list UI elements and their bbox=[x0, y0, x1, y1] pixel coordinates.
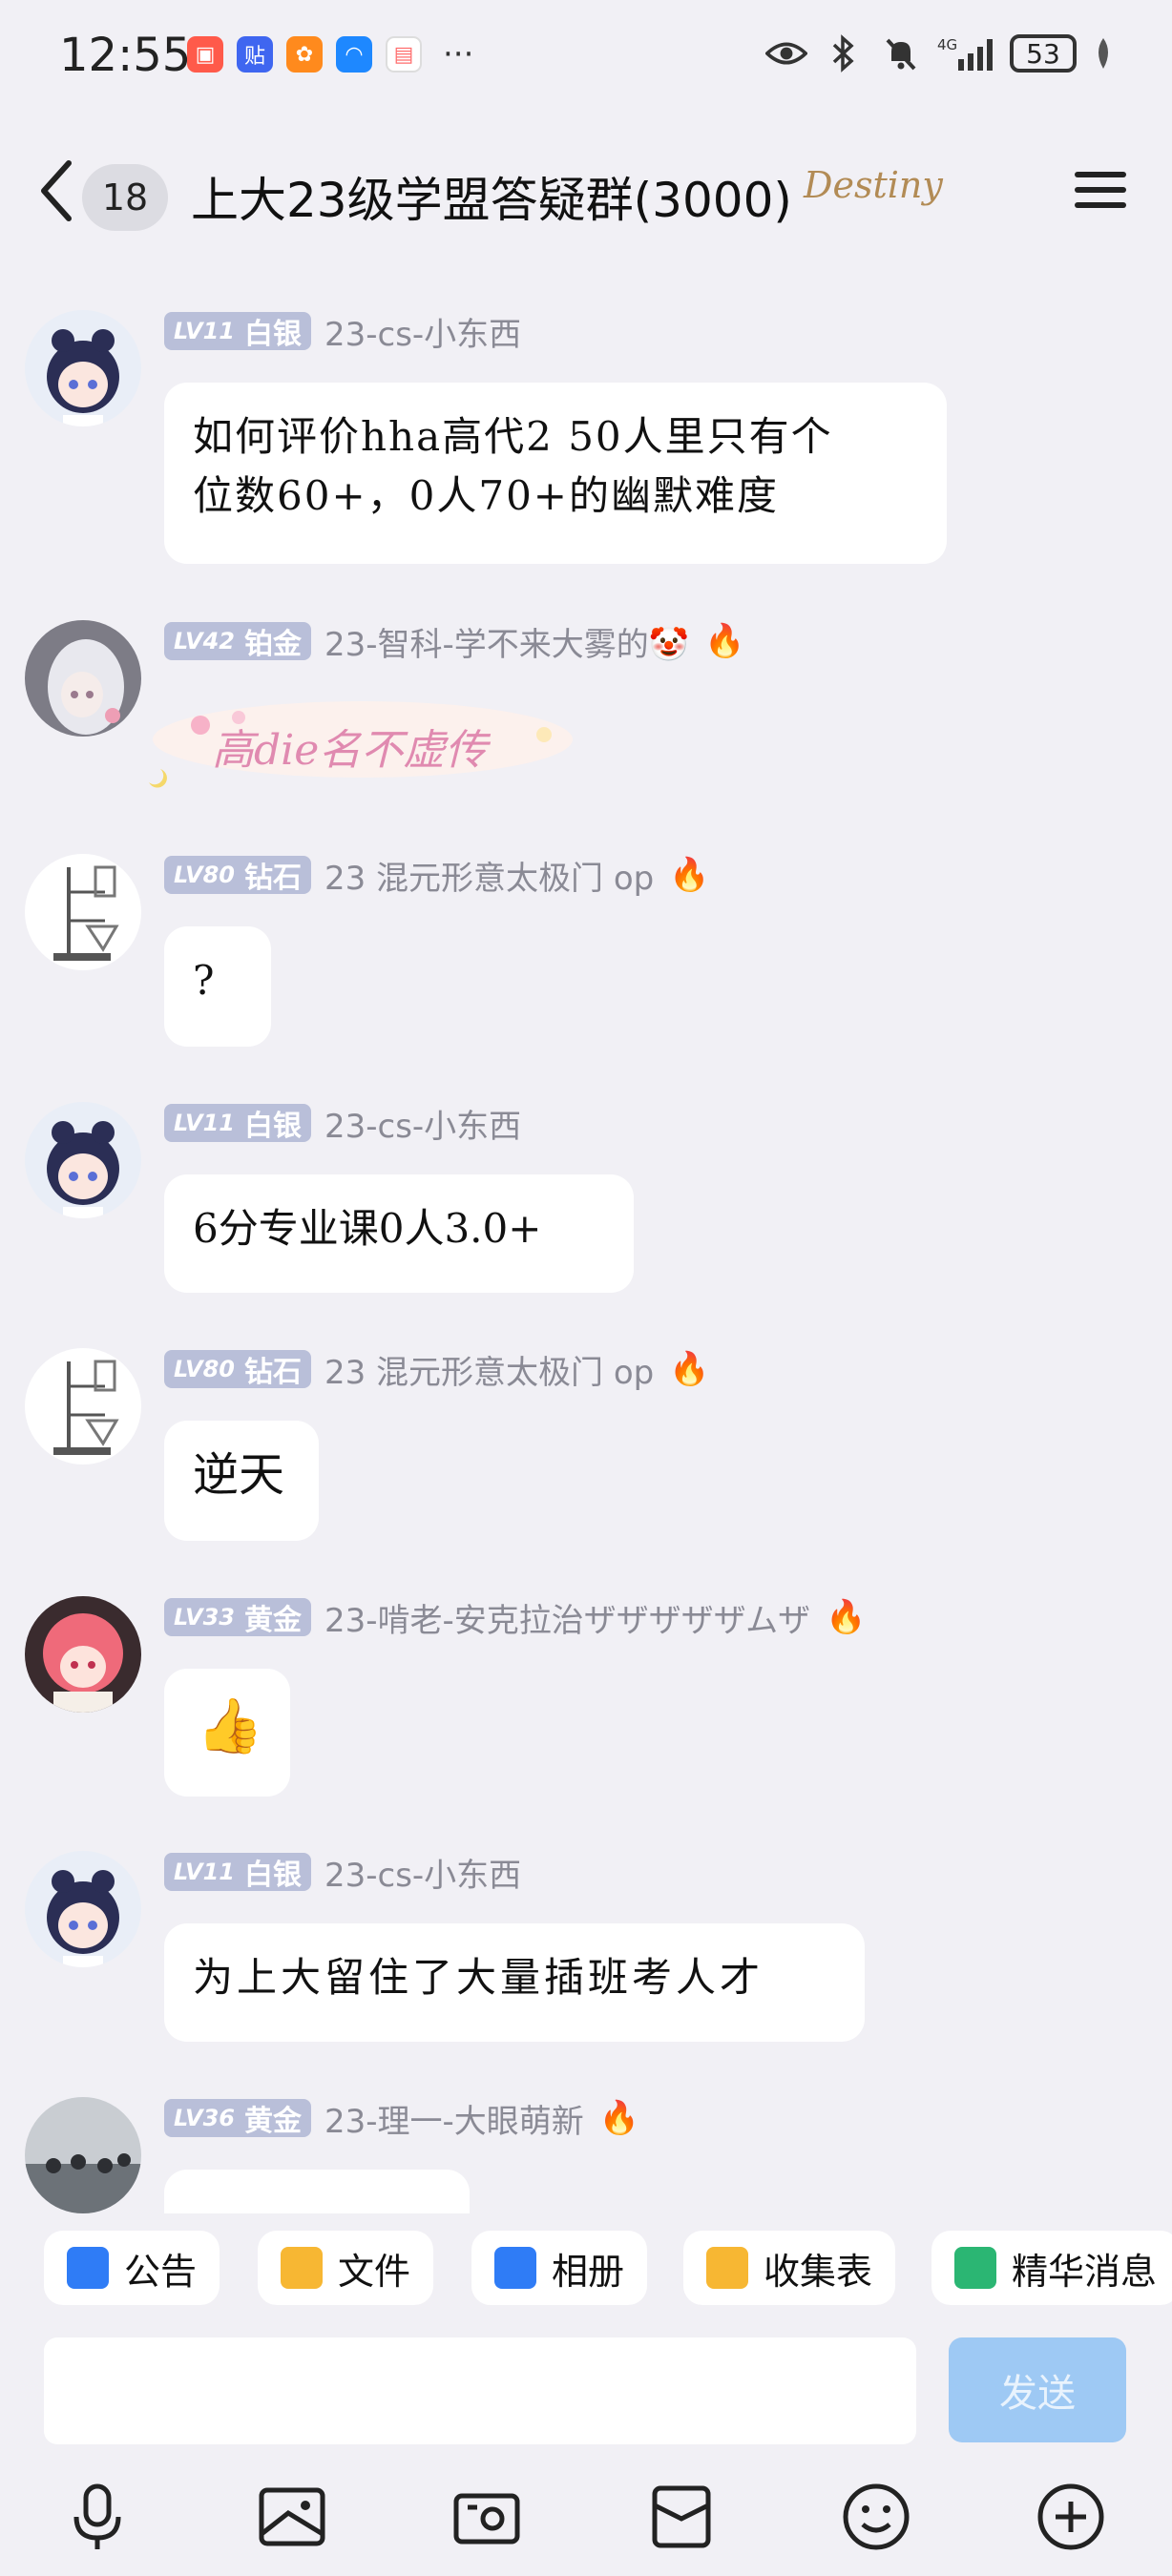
battery-indicator: 53 bbox=[1010, 34, 1077, 73]
level-badge: LV11 白银 bbox=[164, 1853, 311, 1892]
tieba-icon: 贴 bbox=[237, 36, 273, 73]
unread-count-badge[interactable]: 18 bbox=[82, 164, 168, 231]
fire-icon: 🔥 bbox=[704, 622, 745, 660]
message-meta: LV36 黄金 23-理一-大眼萌新 🔥 bbox=[164, 2097, 640, 2142]
message-bubble[interactable]: 6分专业课0人3.0+ bbox=[164, 1174, 634, 1293]
message-meta: LV11 白银 23-cs-小东西 bbox=[164, 1849, 521, 1896]
avatar[interactable] bbox=[25, 1348, 141, 1465]
sender-name[interactable]: 23-cs-小东西 bbox=[324, 1849, 521, 1896]
avatar[interactable] bbox=[25, 620, 141, 737]
avatar[interactable] bbox=[25, 2097, 141, 2213]
level-badge: LV36 黄金 bbox=[164, 2099, 311, 2138]
essence-icon bbox=[954, 2247, 996, 2289]
message-meta: LV42 铂金 23-智科-学不来大雾的🤡 🔥 bbox=[164, 618, 745, 665]
status-indicators: 4G 53 bbox=[765, 32, 1115, 74]
avatar[interactable] bbox=[25, 1596, 141, 1713]
menu-icon-line bbox=[1075, 202, 1126, 208]
fire-icon: 🔥 bbox=[669, 856, 710, 894]
folder-icon bbox=[281, 2247, 323, 2289]
tab-collection-form[interactable]: 收集表 bbox=[683, 2231, 896, 2305]
group-feature-tabs: 公告 文件 相册 收集表 精华消息 bbox=[0, 2223, 1172, 2316]
tab-album[interactable]: 相册 bbox=[471, 2231, 648, 2305]
sender-name[interactable]: 23-cs-小东西 bbox=[324, 1100, 521, 1147]
announcement-icon bbox=[67, 2247, 109, 2289]
wifi-app-icon: ◠ bbox=[336, 36, 372, 73]
sender-name[interactable]: 23-啃老-安克拉治ザザザザザムザ bbox=[324, 1594, 810, 1641]
mute-bell-icon bbox=[880, 32, 922, 74]
level-badge: LV42 铂金 bbox=[164, 622, 311, 661]
bluetooth-icon bbox=[823, 32, 865, 74]
fire-icon: 🔥 bbox=[826, 1598, 867, 1636]
menu-icon-line bbox=[1075, 172, 1126, 177]
fire-icon: 🔥 bbox=[669, 1350, 710, 1388]
calendar-app-icon: ▤ bbox=[386, 36, 422, 73]
menu-icon-line bbox=[1075, 187, 1126, 193]
sender-name[interactable]: 23-理一-大眼萌新 bbox=[324, 2097, 584, 2142]
sender-name[interactable]: 23-智科-学不来大雾的🤡 bbox=[324, 618, 689, 665]
message-meta: LV11 白银 23-cs-小东西 bbox=[164, 308, 521, 355]
tab-announcement[interactable]: 公告 bbox=[44, 2231, 220, 2305]
status-time: 12:55 bbox=[59, 29, 192, 82]
message-bubble[interactable]: 如何评价hha高代2 50人里只有个 位数60+，0人70+的幽默难度 bbox=[164, 383, 947, 564]
avatar[interactable] bbox=[25, 1102, 141, 1218]
message-bubble[interactable]: 逆天 bbox=[164, 1421, 319, 1541]
sender-name[interactable]: 23-cs-小东西 bbox=[324, 308, 521, 355]
charging-leaf-icon bbox=[1092, 32, 1115, 74]
chat-message: LV36 黄金 23-理一-大眼萌新 🔥 bbox=[0, 2097, 1172, 2213]
message-input[interactable] bbox=[44, 2337, 916, 2444]
status-app-icons: ▣ 贴 ✿ ◠ ▤ ··· bbox=[187, 36, 473, 73]
emoji-icon[interactable] bbox=[840, 2481, 912, 2553]
message-bubble[interactable]: 👍 bbox=[164, 1669, 290, 1797]
message-bubble[interactable]: ? bbox=[164, 926, 271, 1047]
plus-icon[interactable] bbox=[1035, 2481, 1107, 2553]
chevron-left-icon bbox=[41, 160, 72, 221]
status-bar: 12:55 ▣ 贴 ✿ ◠ ▤ ··· 4G 53 bbox=[0, 0, 1172, 114]
message-meta: LV11 白银 23-cs-小东西 bbox=[164, 1100, 521, 1147]
composer: 发送 bbox=[0, 2318, 1172, 2444]
signal-icon: 4G bbox=[937, 32, 994, 74]
red-app-icon: ▣ bbox=[187, 36, 223, 73]
input-toolbar bbox=[0, 2462, 1172, 2566]
sender-name[interactable]: 23 混元形意太极门 op bbox=[324, 1346, 654, 1393]
message-meta: LV33 黄金 23-啃老-安克拉治ザザザザザムザ 🔥 bbox=[164, 1594, 867, 1641]
image-icon[interactable] bbox=[256, 2481, 328, 2553]
avatar[interactable] bbox=[25, 310, 141, 426]
orange-app-icon: ✿ bbox=[286, 36, 323, 73]
eye-icon bbox=[765, 32, 807, 74]
send-button[interactable]: 发送 bbox=[949, 2337, 1126, 2442]
sticker-text[interactable]: 高die名不虚传 bbox=[212, 716, 487, 777]
message-meta: LV80 钻石 23 混元形意太极门 op 🔥 bbox=[164, 852, 710, 899]
chat-header: 18 上大23级学盟答疑群(3000) Destiny bbox=[0, 124, 1172, 258]
level-badge: LV80 钻石 bbox=[164, 1350, 311, 1389]
camera-icon[interactable] bbox=[450, 2481, 523, 2553]
level-badge: LV80 钻石 bbox=[164, 856, 311, 895]
tab-files[interactable]: 文件 bbox=[258, 2231, 434, 2305]
red-packet-icon[interactable] bbox=[645, 2481, 718, 2553]
form-icon bbox=[706, 2247, 748, 2289]
message-bubble[interactable] bbox=[164, 2170, 470, 2213]
group-title-badge: Destiny bbox=[804, 164, 943, 206]
message-meta: LV80 钻石 23 混元形意太极门 op 🔥 bbox=[164, 1346, 710, 1393]
message-bubble[interactable]: 为上大留住了大量插班考人才 bbox=[164, 1923, 865, 2042]
level-badge: LV11 白银 bbox=[164, 1104, 311, 1143]
avatar[interactable] bbox=[25, 1851, 141, 1967]
chat-title[interactable]: 上大23级学盟答疑群(3000) bbox=[191, 162, 792, 231]
fire-icon: 🔥 bbox=[598, 2099, 640, 2137]
sender-name[interactable]: 23 混元形意太极门 op bbox=[324, 852, 654, 899]
tab-essence[interactable]: 精华消息 bbox=[931, 2231, 1172, 2305]
album-icon bbox=[494, 2247, 536, 2289]
more-notifications-icon: ··· bbox=[443, 35, 474, 73]
menu-button[interactable] bbox=[1075, 164, 1126, 216]
svg-text:4G: 4G bbox=[937, 36, 957, 53]
level-badge: LV11 白银 bbox=[164, 312, 311, 351]
avatar[interactable] bbox=[25, 854, 141, 970]
microphone-icon[interactable] bbox=[61, 2481, 134, 2553]
level-badge: LV33 黄金 bbox=[164, 1598, 311, 1637]
